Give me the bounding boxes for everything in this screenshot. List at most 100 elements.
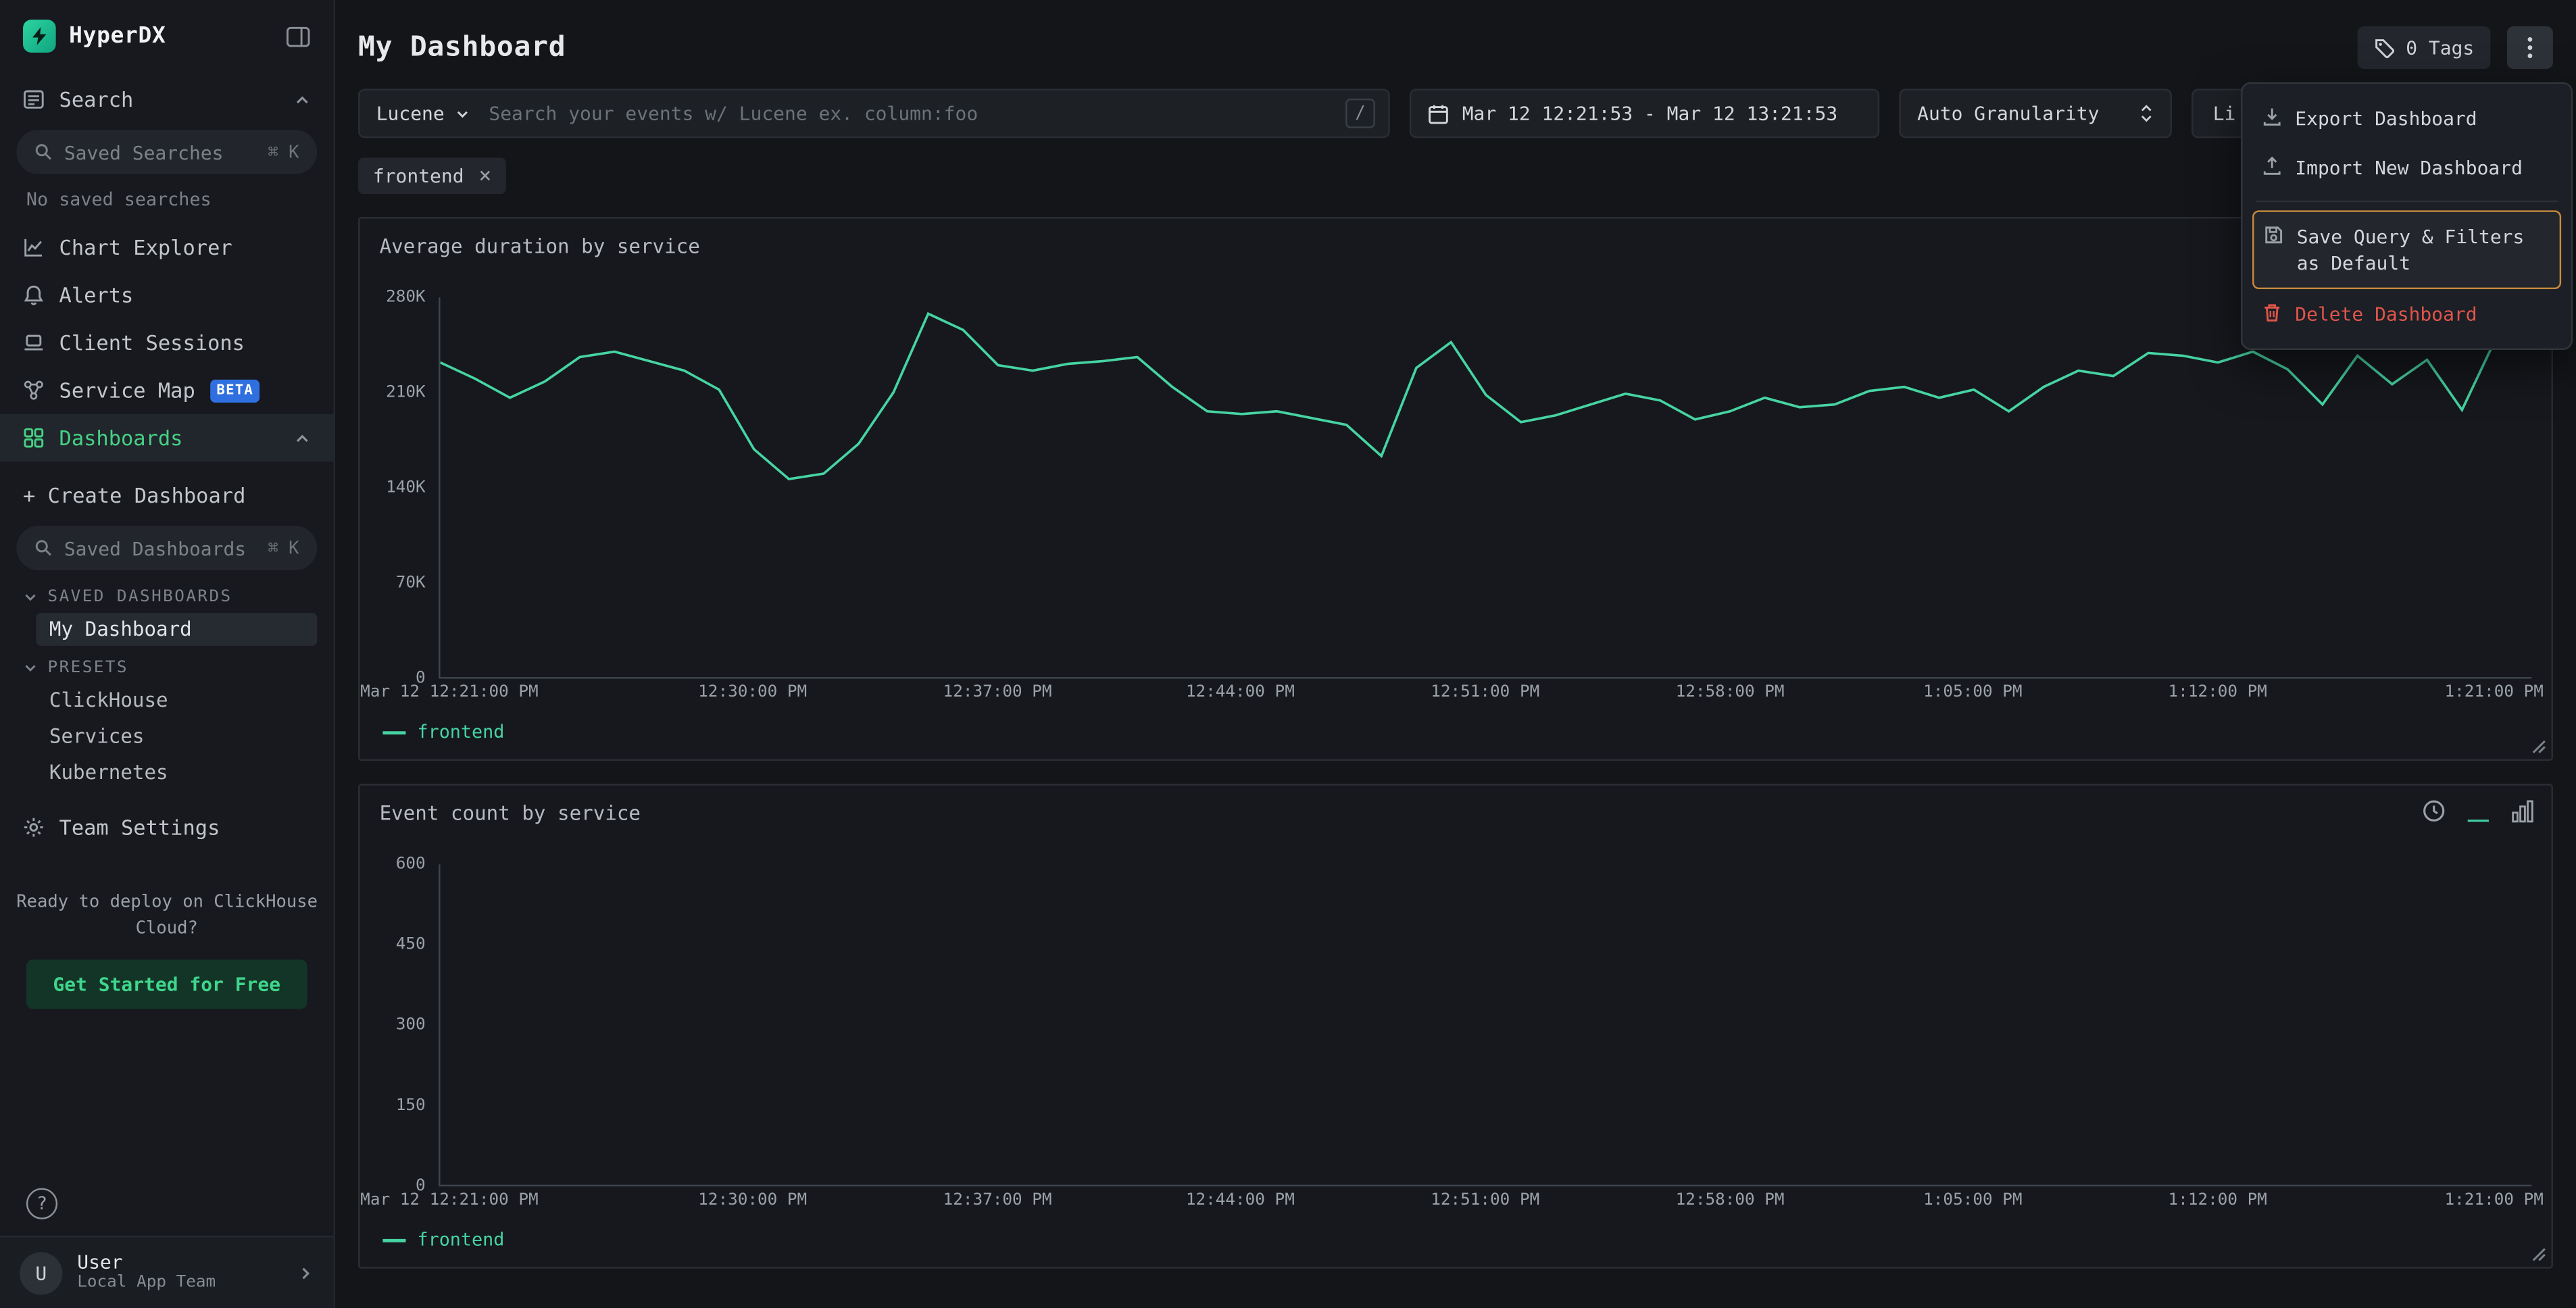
- filter-chip-frontend[interactable]: frontend ×: [358, 157, 506, 194]
- chart-legend: frontend: [382, 1229, 2531, 1251]
- y-tick-label: 140K: [386, 479, 426, 497]
- x-tick-label: 12:51:00 PM: [1431, 1191, 1539, 1209]
- y-tick-label: 450: [396, 936, 426, 954]
- sidebar-item-dashboards[interactable]: Dashboards: [0, 414, 334, 462]
- user-name: User: [77, 1251, 216, 1274]
- y-axis: 6004503001500: [380, 864, 439, 1186]
- sidebar-item-service-map[interactable]: Service Map BETA: [0, 366, 334, 414]
- menu-item-import-dashboard[interactable]: Import New Dashboard: [2252, 143, 2561, 193]
- magnifier-icon: [34, 143, 53, 161]
- chart-title: Average duration by service: [380, 235, 2532, 258]
- sidebar-item-search[interactable]: Search: [0, 76, 334, 124]
- sidebar-item-label: Service Map: [59, 378, 195, 402]
- tags-button[interactable]: 0 Tags: [2358, 26, 2491, 69]
- x-tick-label: 1:21:00 PM: [2445, 1191, 2544, 1209]
- search-list-icon: [23, 89, 45, 110]
- x-axis: Mar 12 12:21:00 PM12:30:00 PM12:37:00 PM…: [439, 684, 2531, 708]
- search-bar: Lucene /: [358, 89, 1390, 138]
- x-tick-label: 12:51:00 PM: [1431, 684, 1539, 702]
- chevron-down-icon: [23, 661, 38, 676]
- group-header-saved-dashboards[interactable]: SAVED DASHBOARDS: [0, 577, 334, 611]
- service-map-icon: [23, 380, 45, 401]
- dashboard-overflow-button[interactable]: [2507, 26, 2553, 69]
- page-title: My Dashboard: [358, 31, 566, 64]
- time-display-toggle-icon[interactable]: [2421, 799, 2446, 823]
- group-header-label: SAVED DASHBOARDS: [48, 588, 232, 607]
- y-tick-label: 150: [396, 1097, 426, 1115]
- menu-item-delete-dashboard[interactable]: Delete Dashboard: [2252, 290, 2561, 339]
- get-started-button[interactable]: Get Started for Free: [26, 959, 307, 1008]
- live-button-label: Li: [2213, 102, 2236, 125]
- sidebar-item-team-settings[interactable]: Team Settings: [0, 803, 334, 851]
- time-range-picker[interactable]: Mar 12 12:21:53 - Mar 12 13:21:53: [1410, 89, 1879, 138]
- tags-button-label: 0 Tags: [2406, 36, 2474, 59]
- preset-item-clickhouse[interactable]: ClickHouse: [36, 684, 317, 717]
- x-tick-label: 1:05:00 PM: [1923, 684, 2022, 702]
- resize-handle-icon[interactable]: [2531, 739, 2546, 754]
- y-tick-label: 280K: [386, 288, 426, 307]
- x-tick-label: 1:05:00 PM: [1923, 1191, 2022, 1209]
- sidebar-item-label: Search: [59, 87, 134, 111]
- sidebar-item-label: Dashboards: [59, 426, 183, 450]
- sidebar-item-chart-explorer[interactable]: Chart Explorer: [0, 224, 334, 272]
- user-team: Local App Team: [77, 1274, 216, 1294]
- chart-card-event-count: Event count by service 6004503001500 Mar…: [358, 784, 2553, 1268]
- save-icon: [2264, 226, 2283, 245]
- shortcut-hint: ⌘ K: [268, 142, 299, 161]
- search-input[interactable]: [486, 91, 1346, 136]
- granularity-select[interactable]: Auto Granularity: [1899, 89, 2172, 138]
- user-menu[interactable]: U User Local App Team: [0, 1236, 334, 1308]
- menu-item-save-default[interactable]: Save Query & Filters as Default: [2252, 211, 2561, 290]
- sidebar-item-label: Alerts: [59, 282, 134, 307]
- preset-item-services[interactable]: Services: [36, 720, 317, 753]
- calendar-icon: [1428, 103, 1450, 124]
- granularity-value: Auto Granularity: [1917, 102, 2099, 125]
- legend-label: frontend: [418, 1229, 505, 1251]
- help-icon[interactable]: ?: [26, 1188, 57, 1219]
- chevron-up-icon: [294, 91, 310, 107]
- chevron-down-icon: [454, 106, 469, 121]
- y-tick-label: 70K: [396, 574, 426, 593]
- group-header-presets[interactable]: PRESETS: [0, 647, 334, 682]
- bell-icon: [23, 284, 45, 306]
- saved-dashboard-item-my-dashboard[interactable]: My Dashboard: [36, 613, 317, 646]
- dashboard-actions-menu: Export Dashboard Import New Dashboard Sa…: [2241, 82, 2573, 351]
- magnifier-icon: [34, 539, 53, 557]
- chart-plot[interactable]: [439, 297, 2531, 678]
- app-title: HyperDX: [69, 23, 166, 49]
- chart-card-avg-duration: Average duration by service 280K210K140K…: [358, 217, 2553, 761]
- sidebar-item-label: Client Sessions: [59, 330, 245, 355]
- create-dashboard-button[interactable]: + Create Dashboard: [0, 472, 334, 520]
- saved-dashboards-input[interactable]: Saved Dashboards ⌘ K: [16, 526, 317, 570]
- upload-icon: [2262, 156, 2282, 176]
- preset-item-kubernetes[interactable]: Kubernetes: [36, 756, 317, 789]
- beta-badge: BETA: [210, 379, 260, 402]
- clickhouse-cloud-promo: Ready to deploy on ClickHouse Cloud? Get…: [0, 890, 334, 1008]
- resize-handle-icon[interactable]: [2531, 1247, 2546, 1262]
- menu-item-export-dashboard[interactable]: Export Dashboard: [2252, 94, 2561, 143]
- sidebar-collapse-icon[interactable]: [286, 26, 310, 47]
- avatar: U: [20, 1251, 62, 1294]
- x-tick-label: 1:12:00 PM: [2169, 1191, 2267, 1209]
- download-icon: [2262, 107, 2282, 126]
- chart-plot[interactable]: [439, 864, 2531, 1186]
- bar-chart-toggle-icon[interactable]: [2510, 799, 2535, 823]
- chevron-up-icon: [294, 430, 310, 446]
- chart-toolbar: [2421, 799, 2535, 823]
- filter-bar: Lucene / Mar 12 12:21:53 - Mar 12 13:21:…: [358, 89, 2553, 138]
- sidebar-item-label: Team Settings: [59, 815, 220, 839]
- line-series: [441, 864, 2532, 1184]
- x-tick-label: 12:58:00 PM: [1676, 684, 1785, 702]
- gear-icon: [23, 817, 45, 838]
- sidebar-item-client-sessions[interactable]: Client Sessions: [0, 319, 334, 367]
- close-icon[interactable]: ×: [478, 165, 491, 186]
- dots-vertical-icon: [2527, 36, 2533, 59]
- saved-searches-input[interactable]: Saved Searches ⌘ K: [16, 130, 317, 174]
- line-chart-toggle-icon[interactable]: [2466, 799, 2490, 823]
- query-language-select[interactable]: Lucene: [360, 91, 485, 136]
- sidebar-item-alerts[interactable]: Alerts: [0, 271, 334, 319]
- legend-label: frontend: [418, 722, 505, 743]
- query-language-value: Lucene: [376, 102, 445, 125]
- sidebar: HyperDX Search Saved Searches ⌘ K No sav…: [0, 0, 335, 1308]
- menu-item-label: Export Dashboard: [2295, 105, 2477, 132]
